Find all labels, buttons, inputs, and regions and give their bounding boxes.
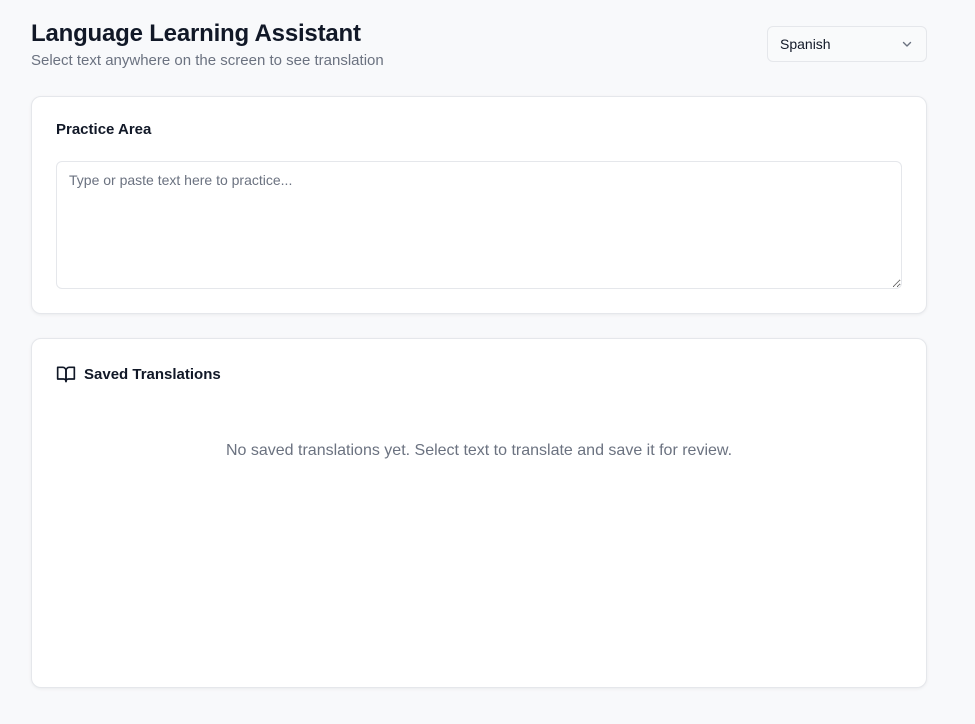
page-header: Language Learning Assistant Select text … <box>31 18 927 74</box>
saved-translations-card: Saved Translations No saved translations… <box>31 338 927 688</box>
language-select-value: Spanish <box>780 36 831 52</box>
practice-area-card: Practice Area <box>31 96 927 314</box>
chevron-down-icon <box>900 37 914 51</box>
language-select[interactable]: Spanish <box>767 26 927 62</box>
practice-area-title: Practice Area <box>56 121 152 138</box>
empty-state-message: No saved translations yet. Select text t… <box>225 442 733 459</box>
page-subtitle: Select text anywhere on the screen to se… <box>31 52 384 69</box>
page-title: Language Learning Assistant <box>31 20 361 47</box>
saved-translations-header: Saved Translations <box>56 364 221 384</box>
practice-textarea[interactable] <box>56 161 902 289</box>
saved-translations-title: Saved Translations <box>84 365 221 383</box>
book-open-icon <box>56 364 76 384</box>
